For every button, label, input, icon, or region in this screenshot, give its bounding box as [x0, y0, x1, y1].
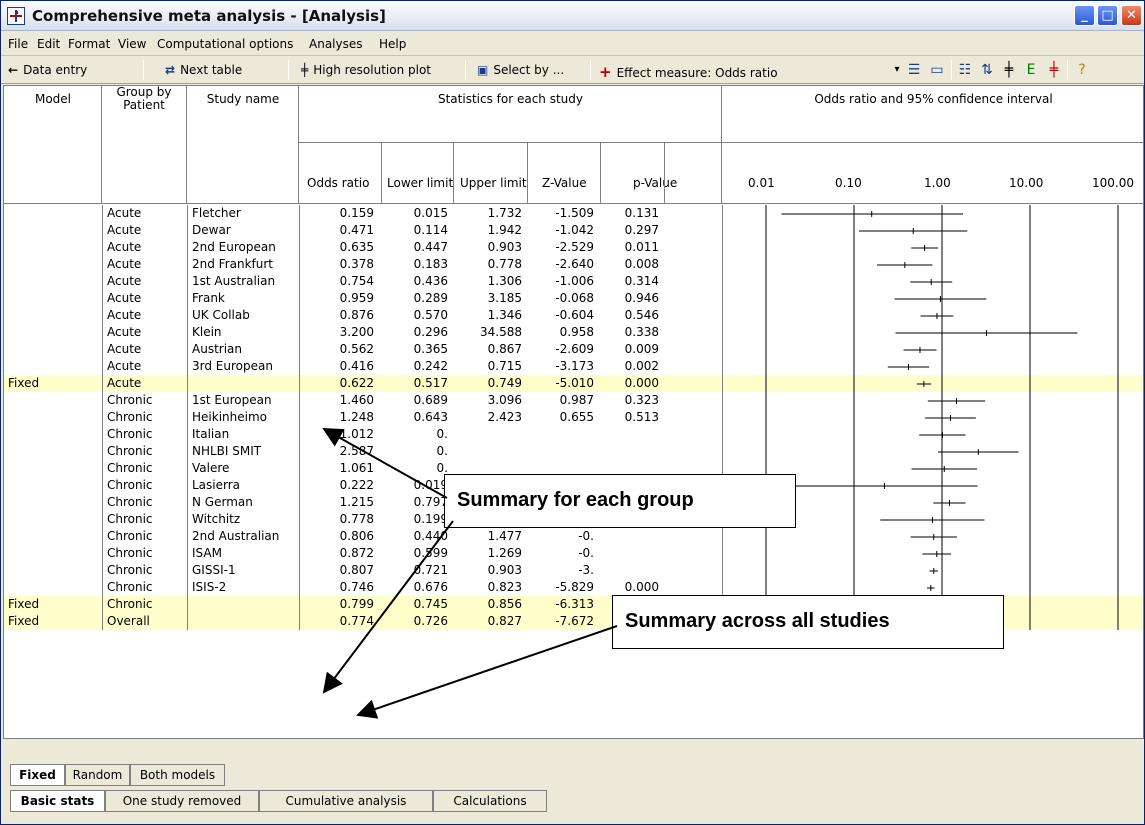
menu-format[interactable]: Format — [68, 37, 110, 51]
tab-cumulative-analysis[interactable]: Cumulative analysis — [259, 790, 433, 812]
data-entry-label: Data entry — [23, 63, 88, 77]
tab-calculations[interactable]: Calculations — [433, 790, 547, 812]
toolbar: ← Data entry ⇄ Next table ╪ High resolution… — [1, 57, 1144, 84]
menu-edit[interactable]: Edit — [37, 37, 60, 51]
app-icon — [7, 7, 25, 25]
plus-icon: + — [599, 63, 612, 81]
arrow-left-icon: ← — [8, 63, 19, 77]
sort-icon[interactable]: ⇅ — [978, 61, 996, 79]
red-forest-icon[interactable]: ╪ — [1045, 61, 1063, 79]
next-table-label: Next table — [180, 63, 243, 77]
maximize-button[interactable]: □ — [1097, 5, 1118, 26]
high-resolution-plot-button[interactable]: ╪ High resolution plot — [301, 63, 431, 77]
tab-fixed[interactable]: Fixed — [10, 764, 65, 786]
tab-one-study-removed[interactable]: One study removed — [105, 790, 259, 812]
tab-both-models[interactable]: Both models — [130, 764, 225, 786]
select-icon: ▣ — [477, 63, 489, 77]
callout-summary-group: Summary for each group — [444, 474, 796, 528]
next-table-icon: ⇄ — [165, 63, 176, 77]
help-pointer-icon[interactable]: ? — [1073, 61, 1091, 79]
select-by-label: Select by ... — [493, 63, 565, 77]
effect-measure-button[interactable]: + Effect measure: Odds ratio — [599, 63, 778, 81]
data-entry-button[interactable]: ← Data entry — [8, 63, 87, 77]
tab-random[interactable]: Random — [65, 764, 130, 786]
menu-file[interactable]: File — [8, 37, 28, 51]
minimize-button[interactable]: _ — [1074, 5, 1095, 26]
high-res-label: High resolution plot — [313, 63, 432, 77]
menu-help[interactable]: Help — [379, 37, 406, 51]
table-view-icon[interactable]: ☰ — [905, 61, 923, 79]
next-table-button[interactable]: ⇄ Next table — [165, 63, 242, 77]
tab-basic-stats[interactable]: Basic stats — [10, 790, 105, 812]
effect-measure-label: Effect measure: Odds ratio — [616, 66, 778, 80]
menu-bar: File Edit Format View Computational opti… — [1, 32, 1144, 56]
close-button[interactable]: ✕ — [1121, 5, 1142, 26]
menu-analyses[interactable]: Analyses — [309, 37, 363, 51]
forest-plot-icon: ╪ — [301, 63, 309, 77]
blank-view-icon[interactable]: ▭ — [928, 61, 946, 79]
dropdown-arrow-icon[interactable]: ▾ — [888, 61, 906, 79]
select-by-button[interactable]: ▣ Select by ... — [477, 63, 564, 77]
forest-icon[interactable]: ╪ — [1000, 61, 1018, 79]
callout-summary-overall: Summary across all studies — [612, 595, 1004, 649]
title-bar: Comprehensive meta analysis - [Analysis]… — [1, 1, 1144, 31]
columns-icon[interactable]: ☷ — [956, 61, 974, 79]
e-icon[interactable]: E — [1022, 61, 1040, 79]
app-window: Comprehensive meta analysis - [Analysis]… — [0, 0, 1145, 825]
menu-view[interactable]: View — [118, 37, 146, 51]
menu-computational-options[interactable]: Computational options — [157, 37, 293, 51]
window-title: Comprehensive meta analysis - [Analysis] — [32, 7, 386, 25]
